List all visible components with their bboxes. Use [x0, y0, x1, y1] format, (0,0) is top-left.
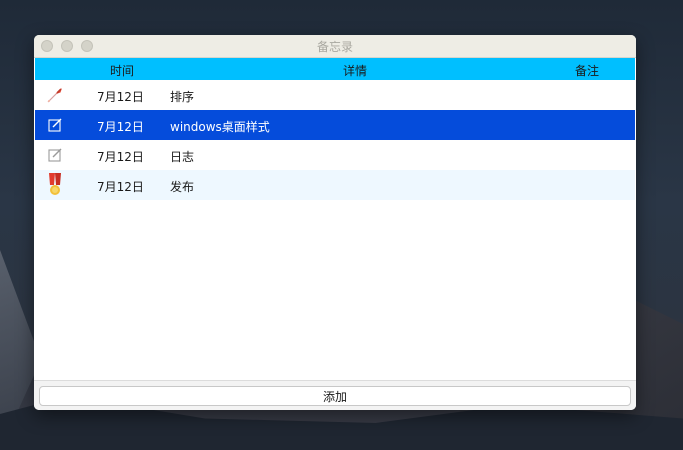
title-bar[interactable]: 备忘录 — [34, 35, 636, 58]
add-button[interactable]: 添加 — [39, 386, 631, 406]
rocket-icon — [46, 86, 64, 104]
edit-icon — [46, 116, 64, 134]
row-date: 7月12日 — [97, 150, 144, 164]
row-date: 7月12日 — [97, 120, 144, 134]
header-detail[interactable]: 详情 — [343, 62, 367, 79]
table-row[interactable]: 7月12日 排序 — [35, 80, 635, 110]
table-row[interactable]: 7月12日 日志 — [35, 140, 635, 170]
row-detail: 日志 — [170, 150, 195, 164]
row-detail: windows桌面样式 — [170, 120, 270, 134]
edit-icon — [46, 146, 64, 164]
row-detail: 排序 — [170, 90, 195, 104]
window-title: 备忘录 — [316, 40, 353, 54]
header-time[interactable]: 时间 — [110, 62, 134, 79]
memo-list: 7月12日 排序 7月12日 windows桌面样式 7月12日 日志 7月12… — [35, 80, 635, 200]
row-detail: 发布 — [170, 180, 195, 194]
medal-icon — [46, 173, 64, 195]
table-row[interactable]: 7月12日 发布 — [35, 170, 635, 200]
row-date: 7月12日 — [97, 90, 144, 104]
footer-bar: 添加 — [34, 380, 636, 410]
table-header: 时间 详情 备注 — [35, 58, 635, 80]
row-date: 7月12日 — [97, 180, 144, 194]
memo-window: 备忘录 时间 详情 备注 7月12日 排序 7月12日 windows桌面样式 … — [34, 35, 636, 410]
table-row[interactable]: 7月12日 windows桌面样式 — [35, 110, 635, 140]
header-note[interactable]: 备注 — [575, 62, 599, 79]
